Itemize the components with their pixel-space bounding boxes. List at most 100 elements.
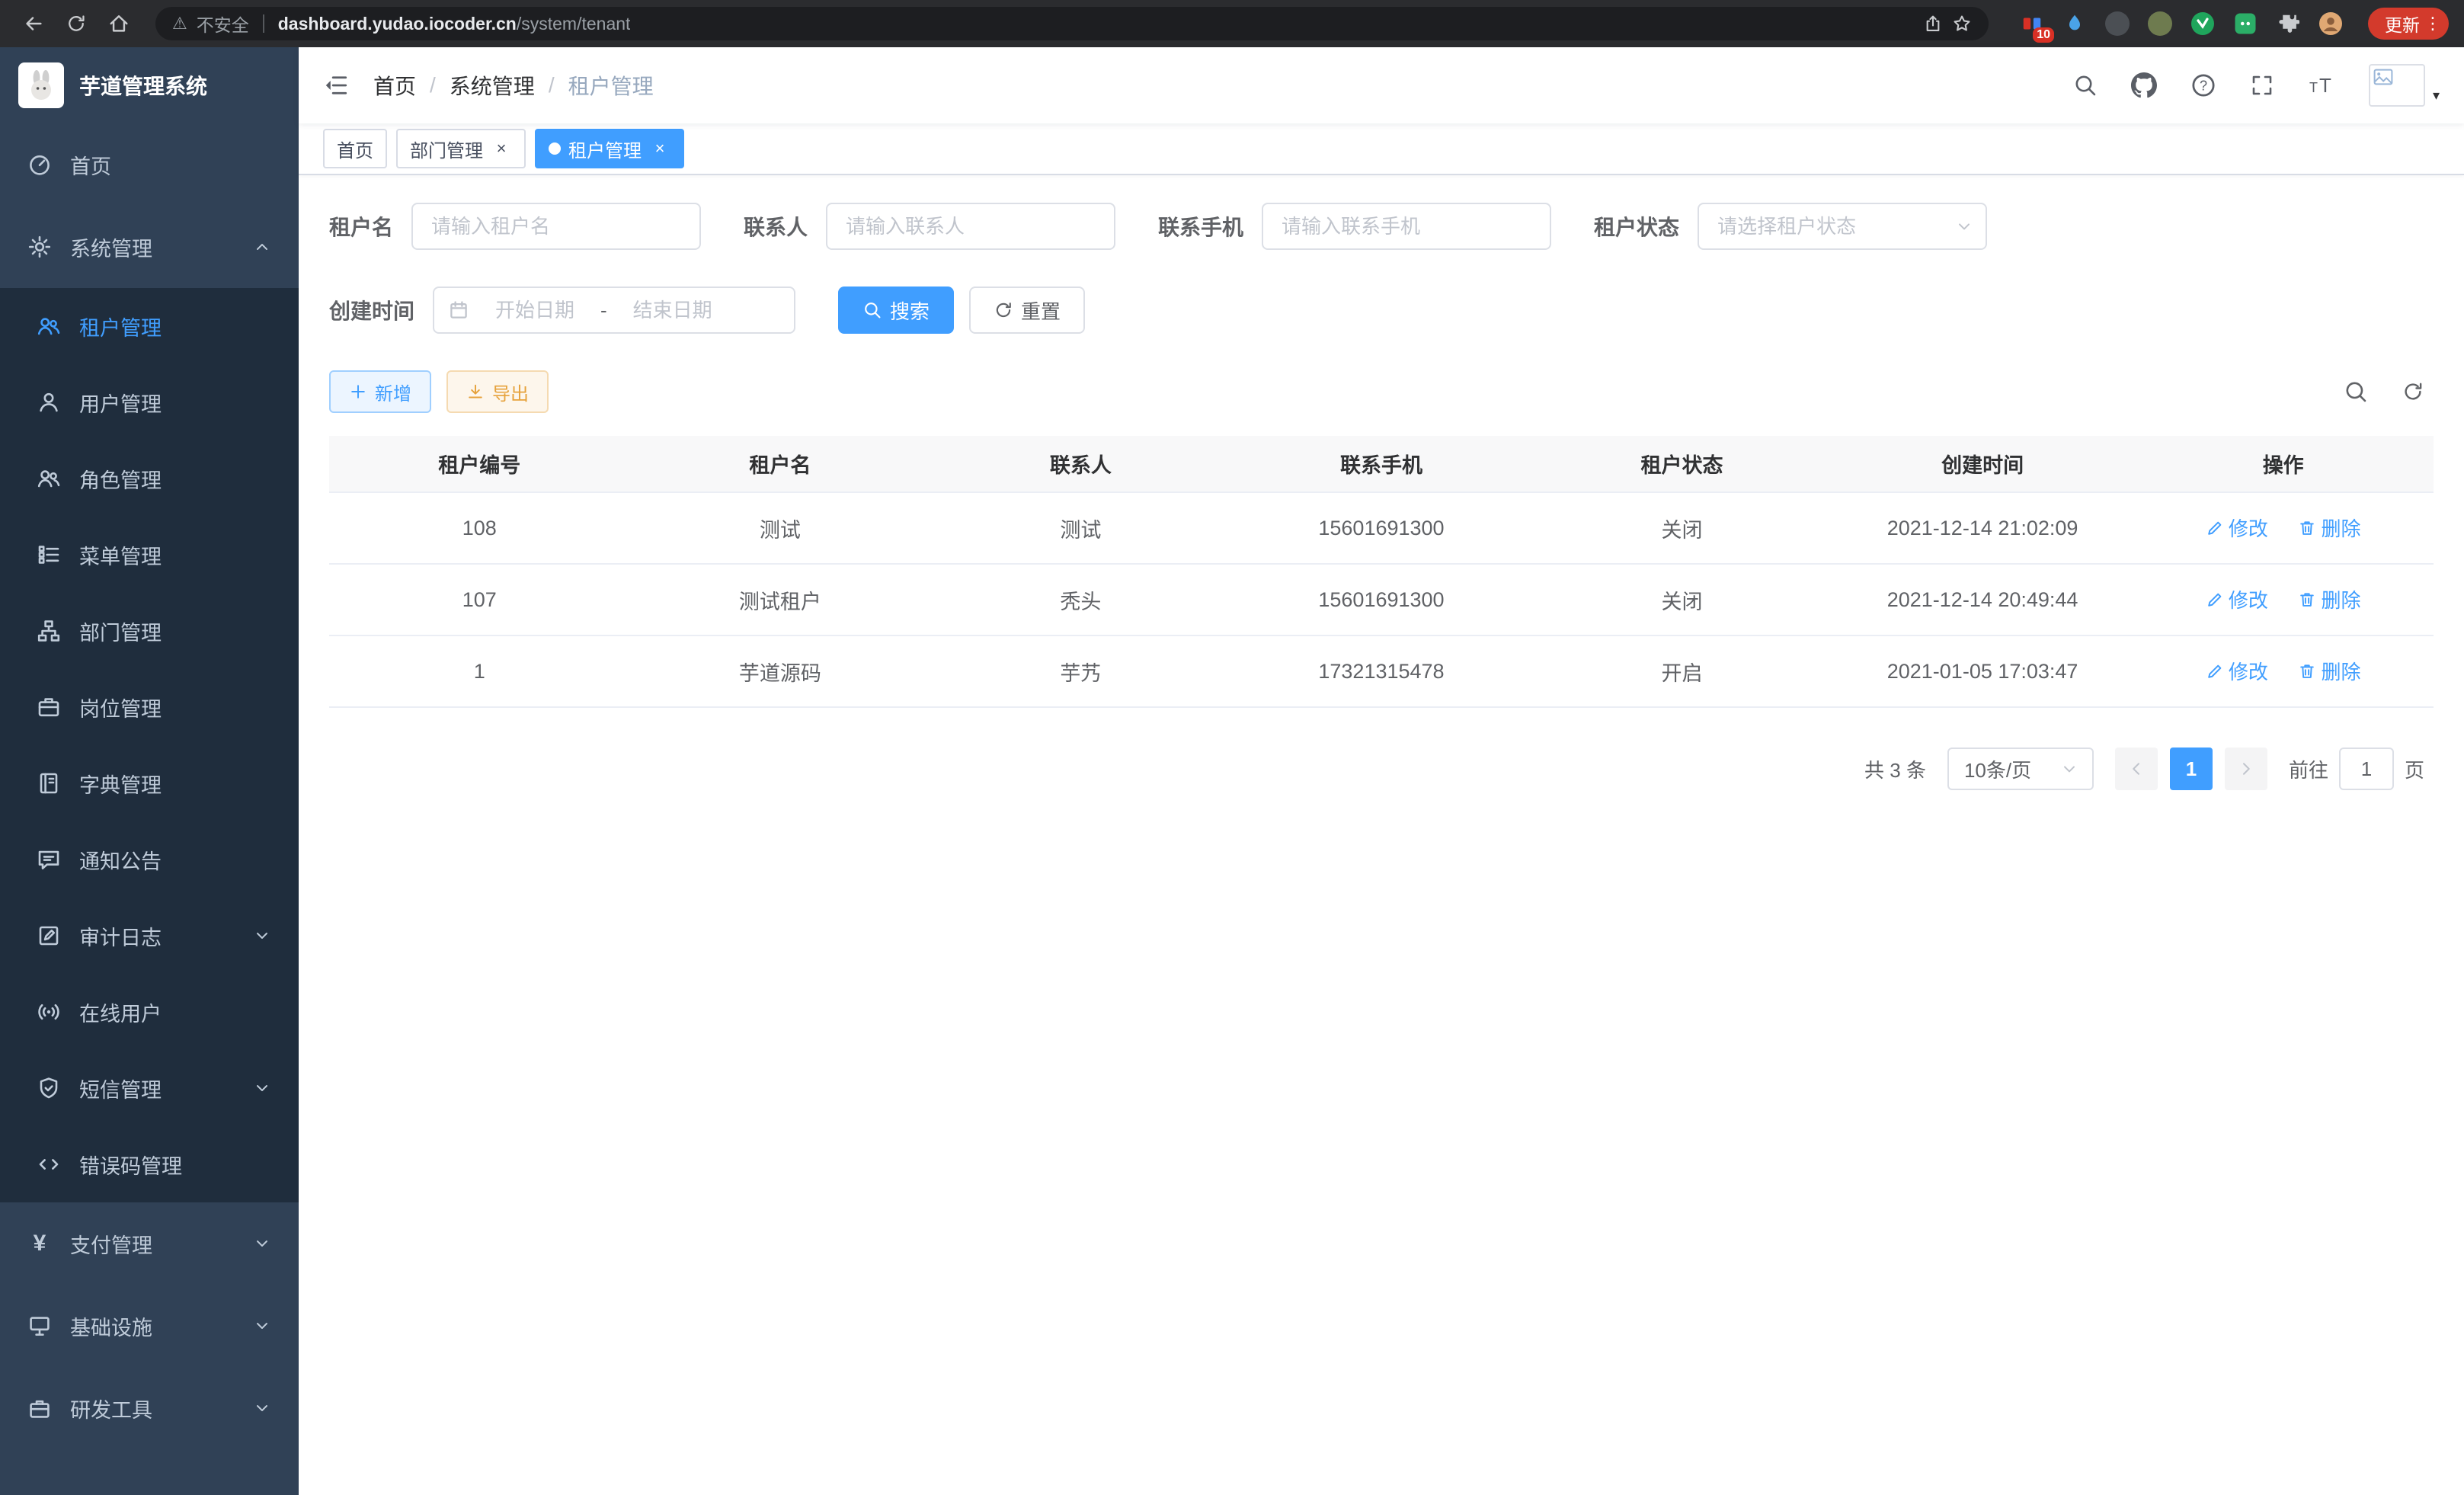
log-icon xyxy=(37,924,61,948)
sidebar-item-user[interactable]: 用户管理 xyxy=(0,364,299,440)
sidebar-item-dept[interactable]: 部门管理 xyxy=(0,593,299,669)
sidebar-item-menu[interactable]: 菜单管理 xyxy=(0,517,299,593)
tenant-name-input[interactable] xyxy=(411,203,701,250)
delete-label: 删除 xyxy=(2321,585,2360,613)
filter-create-time: 创建时间 - xyxy=(329,287,795,334)
field-label: 联系人 xyxy=(744,211,808,242)
export-button[interactable]: 导出 xyxy=(446,370,549,413)
extension-icon-olive-circle[interactable] xyxy=(2147,11,2173,37)
contact-input[interactable] xyxy=(826,203,1115,250)
date-start-input[interactable] xyxy=(477,299,593,322)
bookmark-star-icon[interactable] xyxy=(1952,14,1972,34)
extension-icon-badged[interactable]: 10 xyxy=(2019,11,2045,37)
user-avatar-menu[interactable]: ▾ xyxy=(2369,64,2440,107)
sidebar-item-dict[interactable]: 字典管理 xyxy=(0,745,299,821)
edit-link[interactable]: 修改 xyxy=(2206,657,2268,685)
tab-tenant[interactable]: 租户管理 × xyxy=(535,129,684,168)
browser-update-button[interactable]: 更新 ⋮ xyxy=(2368,8,2449,40)
org-tree-icon xyxy=(37,619,61,643)
pager: 1 xyxy=(2115,748,2267,790)
next-page-button[interactable] xyxy=(2225,748,2267,790)
sidebar-item-notice[interactable]: 通知公告 xyxy=(0,821,299,898)
breadcrumb-current: 租户管理 xyxy=(568,70,654,101)
search-button[interactable]: 搜索 xyxy=(838,287,954,334)
extension-icon-green-circle[interactable] xyxy=(2190,11,2216,37)
sidebar-item-system[interactable]: 系统管理 xyxy=(0,206,299,288)
user-icon xyxy=(37,390,61,415)
chevron-down-icon xyxy=(253,1234,271,1253)
fullscreen-icon[interactable] xyxy=(2250,73,2274,98)
chevron-down-icon xyxy=(253,1317,271,1335)
sidebar-item-home[interactable]: 首页 xyxy=(0,123,299,206)
phone-input[interactable] xyxy=(1262,203,1551,250)
tab-home[interactable]: 首页 xyxy=(323,129,387,168)
cell-status: 关闭 xyxy=(1531,564,1832,635)
help-icon[interactable]: ? xyxy=(2190,72,2216,98)
delete-link[interactable]: 删除 xyxy=(2298,657,2360,685)
header-search-icon[interactable] xyxy=(2073,73,2098,98)
filter-status: 租户状态 xyxy=(1594,203,1987,250)
app-title: 芋道管理系统 xyxy=(79,70,207,101)
sidebar-item-role[interactable]: 角色管理 xyxy=(0,440,299,517)
extension-icon-dark-circle[interactable] xyxy=(2104,11,2130,37)
browser-menu-icon[interactable]: ⋮ xyxy=(2424,14,2441,34)
add-button[interactable]: 新增 xyxy=(329,370,431,413)
back-icon[interactable] xyxy=(15,5,52,42)
sidebar-collapse-icon[interactable] xyxy=(323,72,349,98)
chevron-down-icon xyxy=(2060,760,2078,778)
sidebar-item-infra[interactable]: 基础设施 xyxy=(0,1285,299,1367)
tab-dept[interactable]: 部门管理 × xyxy=(396,129,526,168)
security-warning-icon[interactable]: ⚠ xyxy=(172,15,187,32)
date-end-input[interactable] xyxy=(615,299,731,322)
close-icon[interactable]: × xyxy=(649,138,670,159)
reset-button[interactable]: 重置 xyxy=(969,287,1085,334)
delete-link[interactable]: 删除 xyxy=(2298,514,2360,542)
url-bar[interactable]: ⚠ 不安全 dashboard.yudao.iocoder.cn/system/… xyxy=(155,7,1989,40)
sidebar-item-tenant[interactable]: 租户管理 xyxy=(0,288,299,364)
breadcrumb-home[interactable]: 首页 xyxy=(373,70,416,101)
extensions-area: 10 xyxy=(2019,11,2344,37)
avatar xyxy=(2369,64,2425,107)
cell-tenant-name: 测试租户 xyxy=(630,564,931,635)
export-button-label: 导出 xyxy=(492,379,529,405)
close-icon[interactable]: × xyxy=(491,138,512,159)
font-size-icon[interactable]: TT xyxy=(2308,73,2335,98)
date-range-picker[interactable]: - xyxy=(433,287,795,334)
goto-page-input[interactable] xyxy=(2339,748,2394,790)
app-logo[interactable]: 芋道管理系统 xyxy=(0,47,299,123)
sidebar-menu: 首页 系统管理 租户管理 用户管理 xyxy=(0,123,299,1495)
extension-icon-drop[interactable] xyxy=(2062,11,2088,37)
breadcrumb-section[interactable]: 系统管理 xyxy=(450,70,535,101)
extension-icon-green-square[interactable] xyxy=(2232,11,2258,37)
browser-home-icon[interactable] xyxy=(101,5,137,42)
edit-link[interactable]: 修改 xyxy=(2206,514,2268,542)
sidebar-item-online-users[interactable]: 在线用户 xyxy=(0,974,299,1050)
filter-row-2: 创建时间 - 搜索 重置 xyxy=(329,287,2434,334)
tab-label: 部门管理 xyxy=(410,136,483,162)
reload-icon[interactable] xyxy=(58,5,94,42)
sidebar-item-dev-tools[interactable]: 研发工具 xyxy=(0,1367,299,1449)
extensions-puzzle-icon[interactable] xyxy=(2275,11,2301,37)
github-icon[interactable] xyxy=(2131,72,2157,98)
page-number-button[interactable]: 1 xyxy=(2170,748,2213,790)
chevron-up-icon xyxy=(253,238,271,256)
sidebar-item-sms[interactable]: 短信管理 xyxy=(0,1050,299,1126)
edit-link[interactable]: 修改 xyxy=(2206,585,2268,613)
cell-tenant-id: 107 xyxy=(329,564,630,635)
status-select[interactable] xyxy=(1698,203,1987,250)
yen-icon: ¥ xyxy=(27,1231,52,1256)
sidebar-item-error-code[interactable]: 错误码管理 xyxy=(0,1126,299,1202)
sidebar-item-audit-log[interactable]: 审计日志 xyxy=(0,898,299,974)
sidebar-item-post[interactable]: 岗位管理 xyxy=(0,669,299,745)
share-icon[interactable] xyxy=(1923,14,1943,34)
delete-link[interactable]: 删除 xyxy=(2298,585,2360,613)
page-size-select[interactable]: 10条/页 xyxy=(1947,748,2094,790)
profile-avatar-icon[interactable] xyxy=(2318,11,2344,37)
chevron-down-icon xyxy=(253,1399,271,1417)
update-label: 更新 xyxy=(2385,11,2420,37)
refresh-icon[interactable] xyxy=(2402,380,2424,403)
sidebar-item-payment[interactable]: ¥ 支付管理 xyxy=(0,1202,299,1285)
prev-page-button[interactable] xyxy=(2115,748,2158,790)
toggle-search-icon[interactable] xyxy=(2344,379,2368,404)
sidebar-item-label: 菜单管理 xyxy=(79,540,162,570)
